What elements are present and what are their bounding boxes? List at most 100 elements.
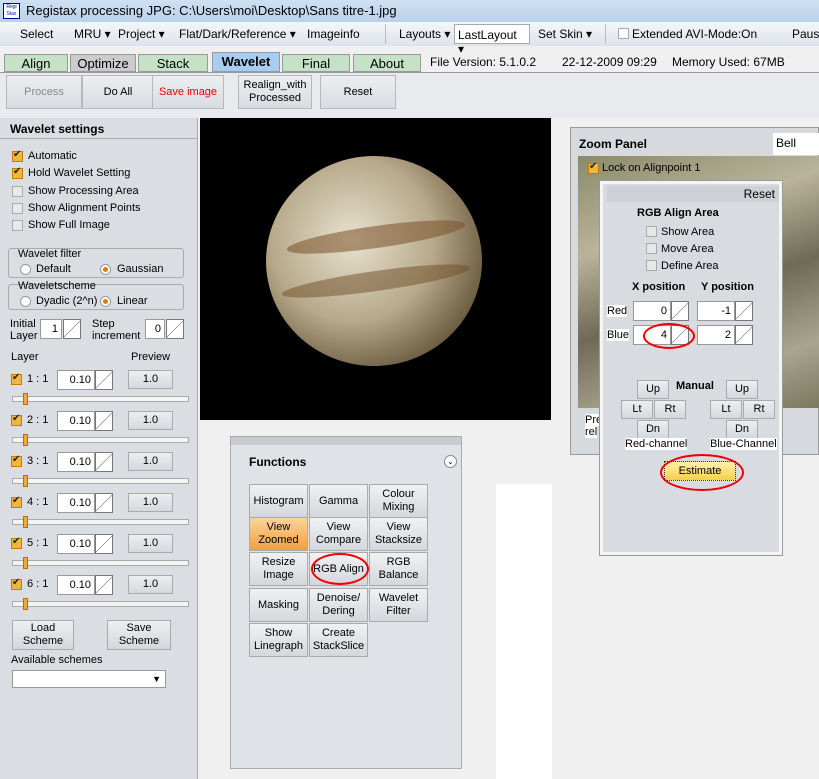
slider-thumb[interactable] [23, 393, 28, 405]
filter-gaussian-radio[interactable] [100, 264, 111, 275]
realign-button[interactable]: Realign_with Processed [238, 75, 312, 109]
red-x-spinner[interactable] [671, 301, 689, 321]
option-checkbox[interactable] [12, 220, 23, 232]
option-checkbox[interactable] [12, 202, 23, 214]
layer-value-input[interactable]: 0.10 [57, 575, 95, 595]
menu-select[interactable]: Select [20, 27, 53, 41]
slider-thumb[interactable] [23, 475, 28, 487]
slider-thumb[interactable] [23, 434, 28, 446]
menu-mru[interactable]: MRU ▾ [74, 27, 111, 41]
tab-align[interactable]: Align [4, 54, 68, 72]
scheme-dyadic-radio[interactable] [20, 296, 31, 307]
option-checkbox[interactable] [12, 166, 23, 180]
layer-preview-button[interactable]: 1.0 [128, 493, 173, 512]
layer-preview-button[interactable]: 1.0 [128, 411, 173, 430]
slider-thumb[interactable] [23, 557, 28, 569]
filter-default-radio[interactable] [20, 264, 31, 275]
red-down-button[interactable]: Dn [637, 420, 669, 439]
blue-y-spinner[interactable] [735, 325, 753, 345]
option-checkbox[interactable] [12, 185, 23, 197]
layer-value-input[interactable]: 0.10 [57, 452, 95, 472]
red-y-input[interactable]: -1 [697, 301, 735, 321]
tab-wavelet[interactable]: Wavelet [212, 52, 280, 72]
tab-stack[interactable]: Stack [138, 54, 208, 72]
initial-layer-input[interactable]: 1 [40, 319, 62, 339]
scheme-linear-radio[interactable] [100, 296, 111, 307]
layer-slider[interactable] [12, 475, 189, 487]
blue-y-input[interactable]: 2 [697, 325, 735, 345]
red-x-input[interactable]: 0 [633, 301, 671, 321]
layer-slider[interactable] [12, 598, 189, 610]
function-button-show-linegraph[interactable]: Show Linegraph [249, 623, 308, 657]
show-area-checkbox[interactable] [646, 226, 657, 237]
layer-checkbox[interactable] [11, 413, 22, 426]
collapse-icon[interactable]: ⌄ [444, 455, 457, 468]
layer-slider[interactable] [12, 516, 189, 528]
function-button-view-stacksize[interactable]: View Stacksize [369, 517, 428, 551]
menu-imageinfo[interactable]: Imageinfo [307, 27, 360, 41]
step-increment-spinner[interactable] [166, 319, 184, 339]
save-image-button[interactable]: Save image [152, 75, 224, 109]
layer-preview-button[interactable]: 1.0 [128, 452, 173, 471]
layer-preview-button[interactable]: 1.0 [128, 370, 173, 389]
layer-spinner[interactable] [95, 575, 113, 595]
function-button-wavelet-filter[interactable]: Wavelet Filter [369, 588, 428, 622]
layer-value-input[interactable]: 0.10 [57, 493, 95, 513]
function-button-histogram[interactable]: Histogram [249, 484, 308, 518]
option-checkbox[interactable] [12, 149, 23, 162]
function-button-masking[interactable]: Masking [249, 588, 308, 622]
reset-button[interactable]: Reset [320, 75, 396, 109]
menu-set-skin[interactable]: Set Skin ▾ [538, 27, 592, 41]
menu-pause[interactable]: Pause [792, 27, 819, 41]
layer-value-input[interactable]: 0.10 [57, 411, 95, 431]
menu-flat-dark-reference[interactable]: Flat/Dark/Reference ▾ [179, 27, 296, 41]
layer-checkbox[interactable] [11, 454, 22, 467]
reset-button[interactable]: Reset [744, 187, 775, 201]
layer-checkbox[interactable] [11, 495, 22, 508]
layer-checkbox[interactable] [11, 536, 22, 549]
layer-slider[interactable] [12, 434, 189, 446]
layer-spinner[interactable] [95, 493, 113, 513]
layout-select[interactable]: LastLayout ▾ [454, 24, 530, 56]
layer-spinner[interactable] [95, 411, 113, 431]
menu-project[interactable]: Project ▾ [118, 27, 165, 41]
menu-layouts[interactable]: Layouts ▾ [399, 27, 450, 41]
function-button-view-compare[interactable]: View Compare [309, 517, 368, 551]
lock-alignpoint-checkbox[interactable] [588, 161, 599, 174]
do-all-button[interactable]: Do All [82, 75, 154, 109]
red-right-button[interactable]: Rt [654, 400, 686, 419]
move-area-checkbox[interactable] [646, 243, 657, 254]
function-button-create-stackslice[interactable]: Create StackSlice [309, 623, 368, 657]
layer-preview-button[interactable]: 1.0 [128, 534, 173, 553]
extended-avi-checkbox[interactable] [618, 28, 629, 39]
panel-grip[interactable] [231, 437, 461, 445]
red-y-spinner[interactable] [735, 301, 753, 321]
tab-optimize[interactable]: Optimize [70, 54, 136, 72]
tab-final[interactable]: Final [282, 54, 350, 72]
blue-left-button[interactable]: Lt [710, 400, 742, 419]
red-left-button[interactable]: Lt [621, 400, 653, 419]
step-increment-input[interactable]: 0 [145, 319, 165, 339]
red-up-button[interactable]: Up [637, 380, 669, 399]
save-scheme-button[interactable]: Save Scheme [107, 620, 171, 650]
layer-slider[interactable] [12, 393, 189, 405]
function-button-denoise-dering[interactable]: Denoise/ Dering [309, 588, 368, 622]
layer-checkbox[interactable] [11, 577, 22, 590]
slider-thumb[interactable] [23, 516, 28, 528]
layer-slider[interactable] [12, 557, 189, 569]
function-button-colour-mixing[interactable]: Colour Mixing [369, 484, 428, 518]
zoom-filter-select[interactable]: Bell [773, 133, 819, 155]
initial-layer-spinner[interactable] [63, 319, 81, 339]
function-button-view-zoomed[interactable]: View Zoomed [249, 517, 308, 551]
layer-checkbox[interactable] [11, 372, 22, 385]
tab-about[interactable]: About [353, 54, 421, 72]
layer-spinner[interactable] [95, 370, 113, 390]
load-scheme-button[interactable]: Load Scheme [12, 620, 74, 650]
function-button-resize-image[interactable]: Resize Image [249, 552, 308, 586]
process-button[interactable]: Process [6, 75, 82, 109]
layer-preview-button[interactable]: 1.0 [128, 575, 173, 594]
blue-up-button[interactable]: Up [726, 380, 758, 399]
layer-spinner[interactable] [95, 534, 113, 554]
layer-spinner[interactable] [95, 452, 113, 472]
slider-thumb[interactable] [23, 598, 28, 610]
